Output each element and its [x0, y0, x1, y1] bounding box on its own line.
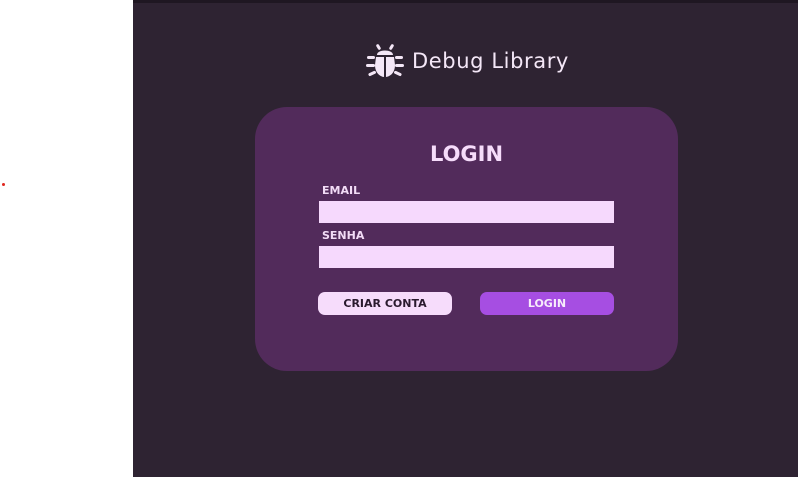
brand-header: Debug Library [366, 43, 569, 79]
top-border [133, 0, 798, 3]
create-account-button[interactable]: CRIAR CONTA [318, 292, 452, 315]
password-field[interactable] [319, 246, 614, 268]
login-card: LOGIN EMAIL SENHA CRIAR CONTA LOGIN [255, 107, 678, 371]
login-title: LOGIN [429, 142, 504, 166]
brand-title: Debug Library [412, 49, 569, 73]
left-blank-area [0, 0, 133, 477]
red-dot-marker [2, 183, 5, 186]
email-field[interactable] [319, 201, 614, 223]
password-label: SENHA [322, 229, 365, 242]
login-button[interactable]: LOGIN [480, 292, 614, 315]
bug-icon [366, 44, 404, 77]
email-label: EMAIL [322, 184, 361, 197]
login-page: Debug Library LOGIN EMAIL SENHA CRIAR CO… [133, 0, 798, 477]
